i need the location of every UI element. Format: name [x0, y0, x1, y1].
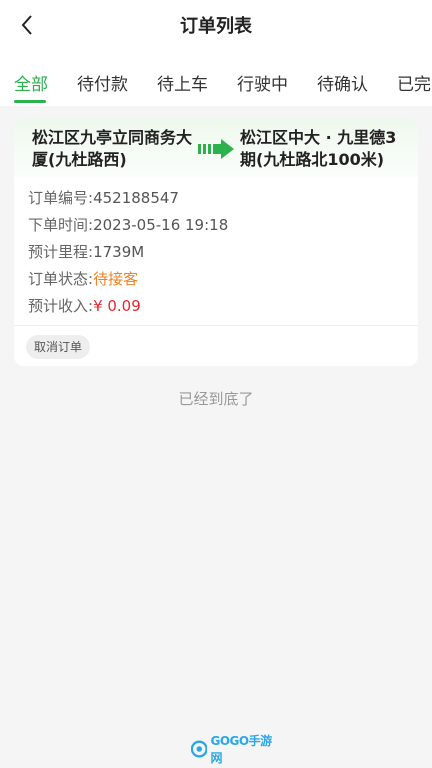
income-label: 预计收入:	[28, 297, 94, 315]
order-time-value: 2023-05-16 19:18	[93, 216, 229, 234]
arrow-right-icon	[198, 139, 234, 159]
route-destination: 松江区中大 · 九里德3期(九杜路北100米)	[240, 128, 397, 169]
gogo-logo-icon	[191, 740, 208, 758]
tab-all[interactable]: 全部	[14, 70, 48, 95]
card-divider	[14, 325, 418, 326]
status-row: 订单状态:待接客	[28, 269, 138, 289]
order-time-label: 下单时间:	[28, 216, 94, 234]
tab-pending-boarding[interactable]: 待上车	[157, 70, 208, 95]
distance-label: 预计里程:	[28, 243, 94, 261]
distance-row: 预计里程:1739M	[28, 242, 144, 262]
order-number-label: 订单编号:	[28, 189, 94, 207]
route-section: 松江区九亭立同商务大厦(九杜路西) 松江区中大 · 九里德3期(九杜路北100米…	[14, 118, 418, 178]
tab-active-indicator	[14, 100, 46, 103]
watermark-text: GOGO手游网	[210, 734, 272, 765]
order-number-row: 订单编号:452188547	[28, 188, 179, 208]
order-time-row: 下单时间:2023-05-16 19:18	[28, 215, 228, 235]
tab-pending-confirm[interactable]: 待确认	[317, 70, 368, 95]
order-card[interactable]: 松江区九亭立同商务大厦(九杜路西) 松江区中大 · 九里德3期(九杜路北100米…	[14, 118, 418, 366]
status-label: 订单状态:	[28, 270, 94, 288]
income-value: ¥ 0.09	[93, 297, 141, 315]
tab-bar: 全部 待付款 待上车 行驶中 待确认 已完	[0, 50, 432, 106]
order-number-value: 452188547	[93, 189, 179, 207]
tab-in-progress[interactable]: 行驶中	[237, 70, 288, 95]
page-title: 订单列表	[180, 16, 252, 37]
status-badge: 待接客	[93, 270, 139, 288]
watermark: GOGO手游网	[191, 734, 277, 765]
route-origin: 松江区九亭立同商务大厦(九杜路西)	[32, 128, 193, 169]
tab-pending-payment[interactable]: 待付款	[77, 70, 128, 95]
end-of-list-text: 已经到底了	[178, 390, 254, 408]
header-bar: 订单列表	[0, 0, 432, 50]
income-row: 预计收入:¥ 0.09	[28, 296, 141, 316]
tab-completed[interactable]: 已完	[397, 70, 431, 95]
cancel-order-button[interactable]: 取消订单	[26, 335, 91, 359]
distance-value: 1739M	[93, 243, 145, 261]
